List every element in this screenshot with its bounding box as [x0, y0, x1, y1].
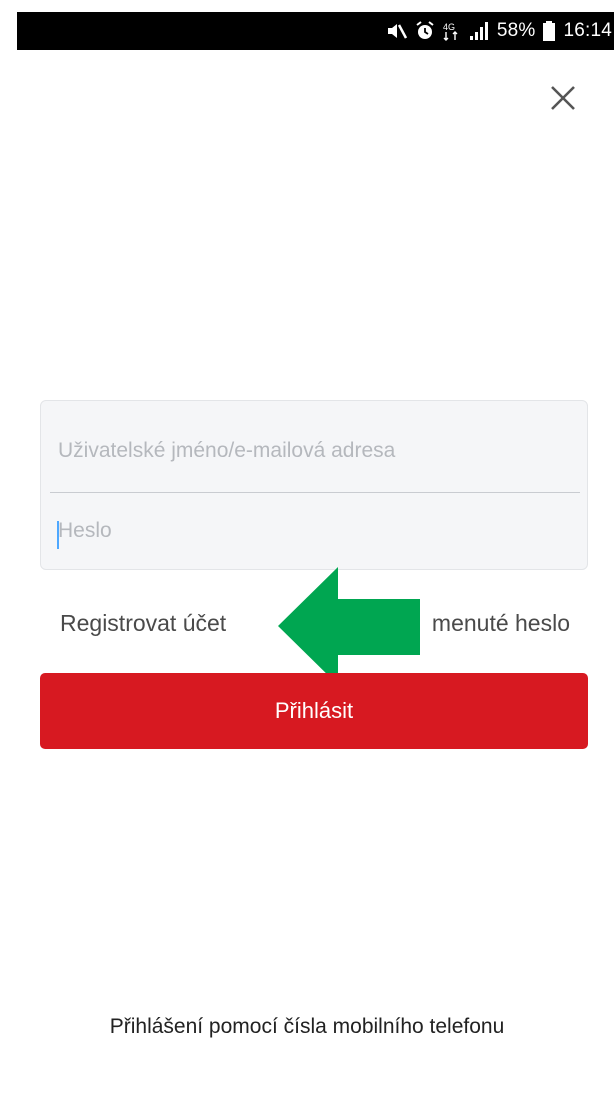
network-4g-icon: 4G [443, 21, 461, 41]
close-icon [551, 86, 575, 110]
password-input[interactable] [58, 519, 580, 543]
alarm-icon [415, 21, 435, 41]
close-button[interactable] [545, 80, 581, 116]
status-bar: 4G 58% 16:14 [17, 12, 614, 50]
battery-icon [543, 21, 556, 41]
svg-text:4G: 4G [443, 22, 455, 32]
password-field-container [50, 495, 580, 567]
battery-percent: 58% [496, 20, 536, 41]
left-margin [0, 0, 17, 1096]
register-account-link[interactable]: Registrovat účet [60, 610, 226, 637]
green-arrow-annotation [278, 567, 420, 685]
login-screen: 4G 58% 16:14 Uživatelské jméno/e-mailová… [0, 0, 614, 1096]
text-cursor [57, 521, 59, 549]
login-card [40, 400, 588, 570]
forgot-password-link[interactable]: menuté heslo [432, 610, 570, 637]
username-field-container [50, 409, 580, 493]
phone-number-login-link[interactable]: Přihlášení pomocí čísla mobilního telefo… [0, 1015, 614, 1039]
clock: 16:14 [563, 20, 612, 41]
field-divider [50, 492, 580, 493]
signal-icon [469, 22, 489, 40]
username-input[interactable] [58, 439, 580, 463]
login-button[interactable]: Přihlásit [40, 673, 588, 749]
mute-icon [385, 21, 407, 41]
